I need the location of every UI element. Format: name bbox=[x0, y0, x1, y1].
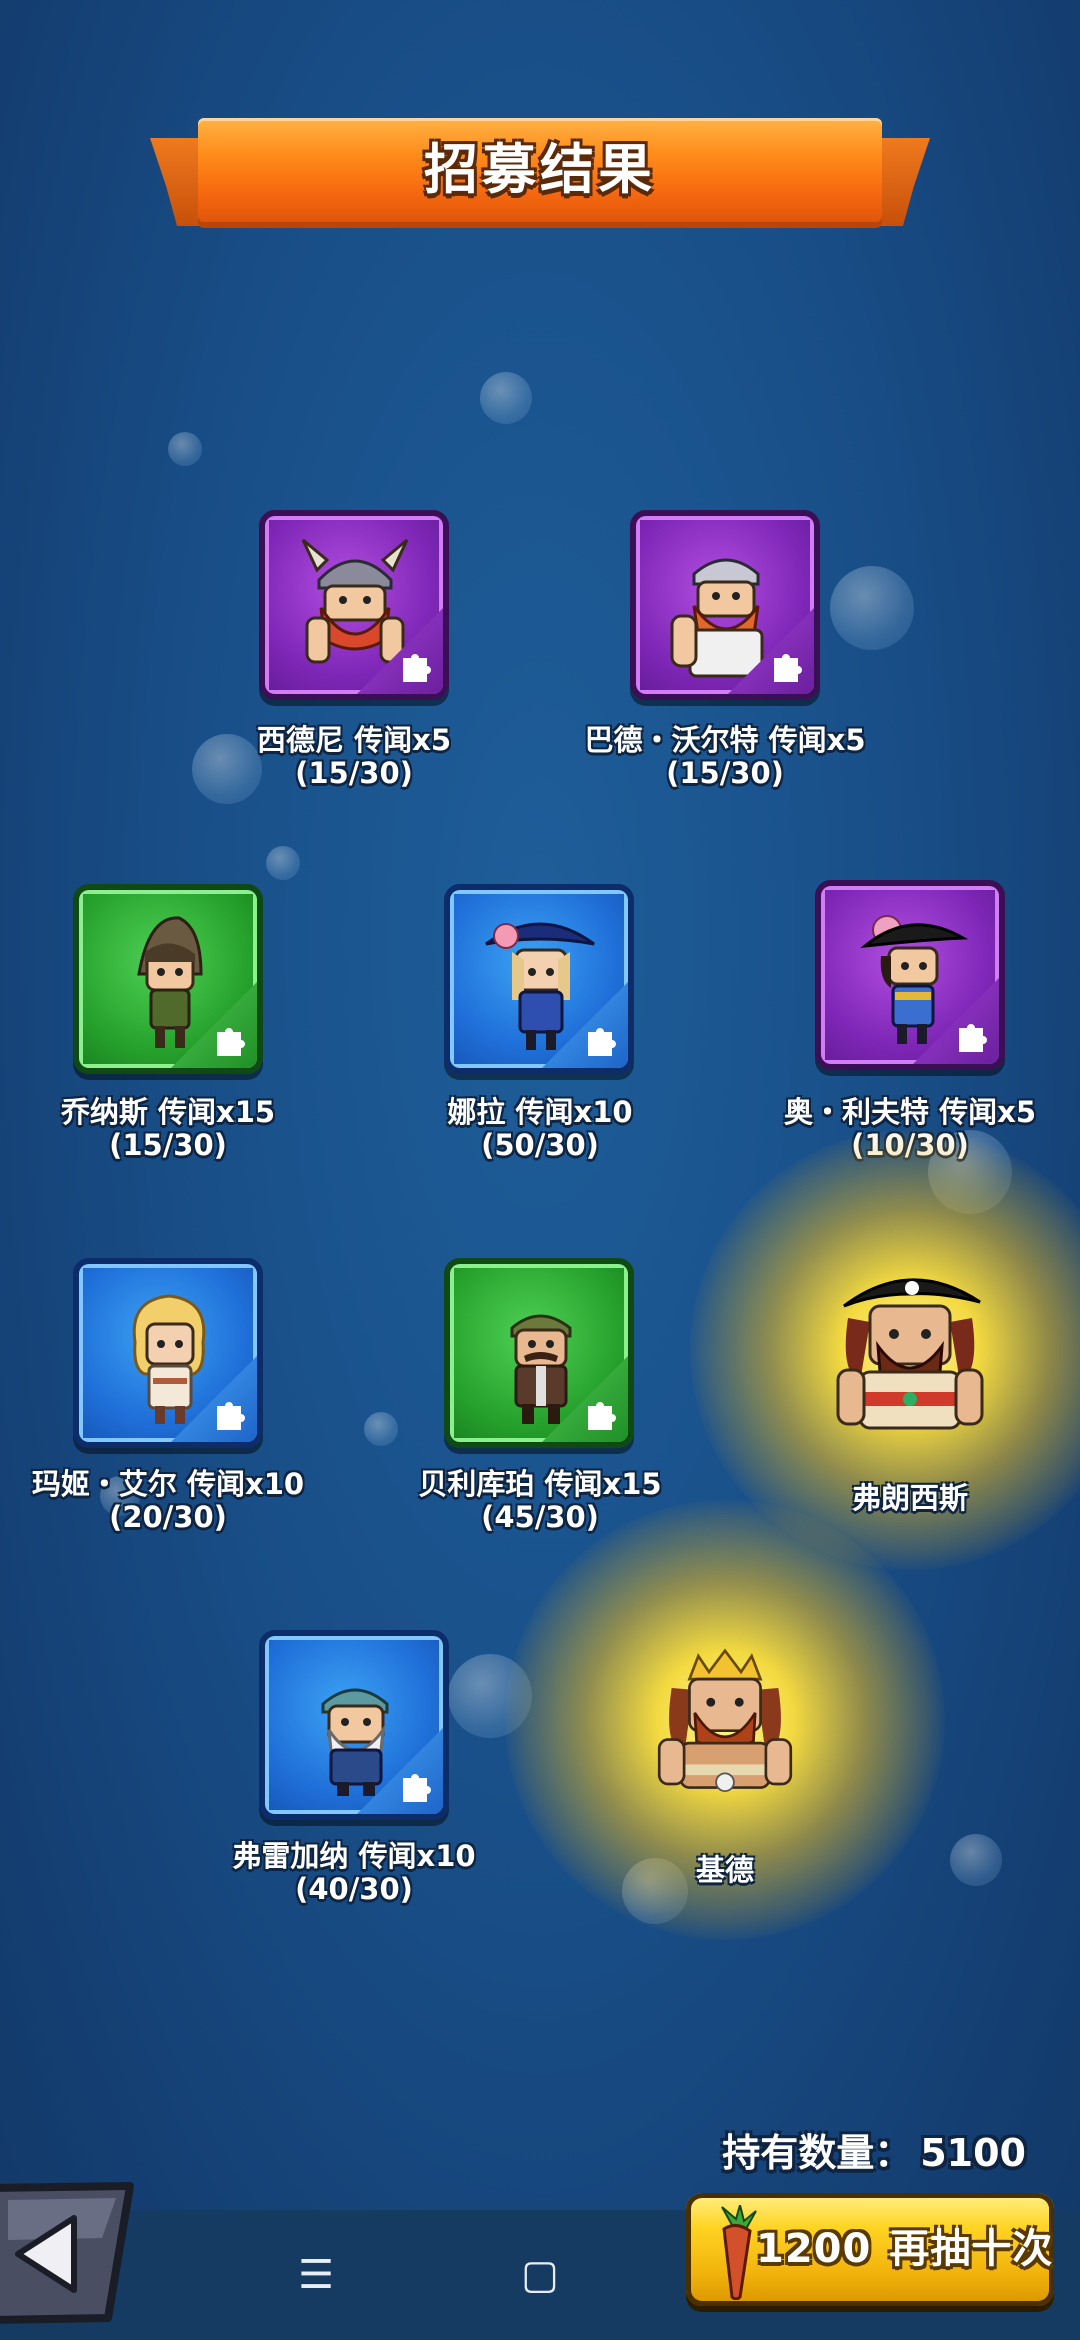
holdings-value: 5100 bbox=[920, 2131, 1026, 2175]
hero-name: 娜拉 bbox=[447, 1095, 506, 1129]
hero-card[interactable] bbox=[630, 510, 820, 700]
hero-name: 乔纳斯 bbox=[60, 1095, 148, 1129]
card-label: 玛姬・艾尔 传闻x10 (20/30) bbox=[0, 1468, 336, 1534]
card-label: 西德尼 传闻x5 (15/30) bbox=[174, 724, 534, 790]
puzzle-piece-icon bbox=[217, 1402, 245, 1430]
puzzle-piece-icon bbox=[588, 1028, 616, 1056]
recruit-result-screen: 招募结果 西德尼 传闻x5 (15/30) 巴德・沃尔特 传闻x5 (15/30… bbox=[0, 0, 1080, 2340]
home-square-icon[interactable]: ▢ bbox=[510, 2250, 570, 2300]
hero-card[interactable] bbox=[815, 880, 1005, 1070]
hero-name: 玛姬・艾尔 bbox=[31, 1467, 177, 1501]
card-label: 娜拉 传闻x10 (50/30) bbox=[380, 1096, 700, 1162]
card-label: 巴德・沃尔特 传闻x5 (15/30) bbox=[545, 724, 905, 790]
hero-card[interactable] bbox=[73, 1258, 263, 1448]
reward-text: 传闻x15 bbox=[544, 1467, 662, 1501]
hero-card[interactable] bbox=[444, 1258, 634, 1448]
puzzle-piece-icon bbox=[403, 654, 431, 682]
holdings-counter: 持有数量： 5100 bbox=[722, 2122, 1026, 2177]
bubble bbox=[364, 1412, 398, 1446]
progress-text: (15/30) bbox=[666, 756, 784, 790]
reward-text: 传闻x10 bbox=[187, 1467, 305, 1501]
bubble bbox=[830, 566, 914, 650]
reward-text: 传闻x15 bbox=[158, 1095, 276, 1129]
draw-button-text: 1200 再抽十次 bbox=[756, 2193, 1053, 2306]
hero-name: 巴德・沃尔特 bbox=[584, 723, 759, 757]
hero-name: 贝利库珀 bbox=[418, 1467, 535, 1501]
title-banner: 招募结果 bbox=[150, 110, 930, 230]
menu-icon[interactable]: ☰ bbox=[286, 2250, 346, 2300]
bubble bbox=[480, 372, 532, 424]
progress-text: (50/30) bbox=[481, 1128, 599, 1162]
pirate-captain-figure[interactable] bbox=[830, 1262, 990, 1442]
reward-text: 传闻x10 bbox=[358, 1839, 476, 1873]
bubble bbox=[266, 846, 300, 880]
progress-text: (40/30) bbox=[295, 1872, 413, 1906]
hero-name-label: 基德 bbox=[695, 1853, 754, 1887]
hero-card[interactable] bbox=[444, 884, 634, 1074]
hero-name: 奥・利夫特 bbox=[783, 1095, 929, 1129]
bubble bbox=[950, 1834, 1002, 1886]
holdings-label: 持有数量： bbox=[722, 2131, 913, 2175]
hero-name: 弗雷加纳 bbox=[232, 1839, 349, 1873]
crowned-warrior-figure[interactable] bbox=[645, 1640, 805, 1800]
puzzle-piece-icon bbox=[774, 654, 802, 682]
draw-again-button[interactable]: 1200 再抽十次 bbox=[686, 2193, 1054, 2306]
hero-card[interactable] bbox=[259, 1630, 449, 1820]
reward-text: 传闻x5 bbox=[768, 723, 866, 757]
puzzle-piece-icon bbox=[217, 1028, 245, 1056]
page-title: 招募结果 bbox=[424, 138, 656, 201]
draw-cost: 1200 bbox=[756, 2226, 872, 2272]
hero-card[interactable] bbox=[73, 884, 263, 1074]
bubble bbox=[168, 432, 202, 466]
back-arrow-icon[interactable] bbox=[0, 2178, 140, 2328]
reward-text: 传闻x5 bbox=[939, 1095, 1036, 1129]
progress-text: (20/30) bbox=[109, 1500, 227, 1534]
card-label: 弗雷加纳 传闻x10 (40/30) bbox=[194, 1840, 514, 1906]
hero-name-label: 弗朗西斯 bbox=[851, 1481, 968, 1515]
card-label: 乔纳斯 传闻x15 (15/30) bbox=[8, 1096, 328, 1162]
reward-text: 传闻x5 bbox=[354, 723, 451, 757]
puzzle-piece-icon bbox=[959, 1024, 987, 1052]
reward-text: 传闻x10 bbox=[515, 1095, 633, 1129]
puzzle-piece-icon bbox=[403, 1774, 431, 1802]
draw-label: 再抽十次 bbox=[889, 2226, 1054, 2272]
progress-text: (15/30) bbox=[109, 1128, 227, 1162]
puzzle-piece-icon bbox=[588, 1402, 616, 1430]
hero-name: 西德尼 bbox=[256, 723, 344, 757]
hero-card[interactable] bbox=[259, 510, 449, 700]
progress-text: (15/30) bbox=[295, 756, 413, 790]
